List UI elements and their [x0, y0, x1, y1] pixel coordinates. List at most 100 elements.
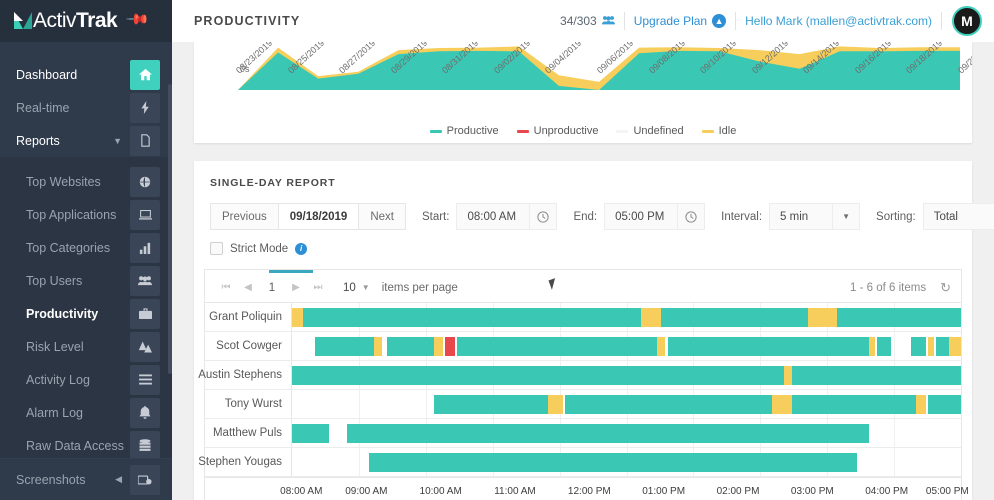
timeline-bar[interactable]	[292, 332, 961, 360]
interval-select[interactable]: 5 min ▼	[769, 203, 860, 230]
timeline-segment-productive[interactable]	[928, 395, 961, 414]
report-controls: Previous 09/18/2019 Next Start: 08:00 AM…	[194, 189, 972, 230]
timeline-bar[interactable]	[292, 303, 961, 331]
timeline-segment-idle[interactable]	[657, 337, 666, 356]
timeline-segment-productive[interactable]	[303, 308, 641, 327]
timeline-bar[interactable]	[292, 390, 961, 418]
table-row[interactable]: Austin Stephens	[205, 361, 961, 390]
sidebar-item-label: Top Applications	[0, 208, 130, 222]
timeline-segment-idle[interactable]	[784, 366, 793, 385]
end-time-field[interactable]: 05:00 PM	[604, 203, 705, 230]
timeline-segment-idle[interactable]	[292, 308, 303, 327]
next-page-icon[interactable]: ▶	[285, 282, 307, 293]
legend-item[interactable]: Productive	[430, 125, 499, 137]
user-name-cell: Stephen Yougas	[205, 448, 292, 476]
end-time-value: 05:00 PM	[605, 211, 677, 223]
main-content: 0s 08/23/201908/25/201908/27/201908/29/2…	[172, 42, 994, 500]
sidebar-item-top-users[interactable]: Top Users	[0, 264, 172, 297]
sidebar-item-top-categories[interactable]: Top Categories	[0, 231, 172, 264]
grid-line	[894, 332, 895, 360]
previous-day-button[interactable]: Previous	[210, 203, 279, 230]
chevron-left-icon[interactable]: ◀	[115, 474, 122, 485]
table-row[interactable]: Tony Wurst	[205, 390, 961, 419]
brand-logo[interactable]: ActivTrak 📌	[0, 0, 172, 42]
seat-usage[interactable]: 34/303	[551, 12, 625, 30]
timeline-bar[interactable]	[292, 361, 961, 389]
timeline-segment-productive[interactable]	[315, 337, 373, 356]
timeline-segment-idle[interactable]	[869, 337, 876, 356]
single-day-report-card: SINGLE-DAY REPORT Previous 09/18/2019 Ne…	[194, 161, 972, 500]
sidebar-item-dashboard[interactable]: Dashboard	[0, 58, 172, 91]
table-row[interactable]: Grant Poliquin	[205, 303, 961, 332]
timeline-segment-idle[interactable]	[374, 337, 383, 356]
timeline-segment-productive[interactable]	[457, 337, 657, 356]
sidebar-item-screenshots[interactable]: Screenshots ◀	[0, 458, 172, 500]
timeline-segment-idle[interactable]	[928, 337, 934, 356]
sidebar-item-reports[interactable]: Reports ▼	[0, 124, 172, 157]
timeline-segment-idle[interactable]	[949, 337, 961, 356]
timeline-segment-productive[interactable]	[936, 337, 949, 356]
timeline-segment-productive[interactable]	[387, 337, 434, 356]
timeline-segment-productive[interactable]	[792, 366, 961, 385]
clock-icon[interactable]	[529, 204, 556, 229]
sidebar-item-real-time[interactable]: Real-time	[0, 91, 172, 124]
timeline-segment-productive[interactable]	[292, 366, 784, 385]
last-page-icon[interactable]: ⏭	[307, 282, 329, 293]
timeline-segment-idle[interactable]	[916, 395, 927, 414]
current-page[interactable]: 1	[259, 282, 285, 294]
timeline-segment-productive[interactable]	[369, 453, 857, 472]
sidebar-item-label: Screenshots	[0, 473, 115, 487]
sidebar-item-top-applications[interactable]: Top Applications	[0, 198, 172, 231]
sorting-select[interactable]: Total ▼	[923, 203, 994, 230]
prev-page-icon[interactable]: ◀	[237, 282, 259, 293]
upgrade-plan-link[interactable]: Upgrade Plan ▲	[625, 12, 736, 30]
page-size-select[interactable]: 10 ▼	[343, 282, 370, 294]
table-row[interactable]: Matthew Puls	[205, 419, 961, 448]
timeline-segment-productive[interactable]	[292, 424, 329, 443]
sidebar-item-risk-level[interactable]: Risk Level	[0, 330, 172, 363]
strict-mode-checkbox[interactable]	[210, 242, 223, 255]
next-day-button[interactable]: Next	[358, 203, 406, 230]
table-row[interactable]: Scot Cowger	[205, 332, 961, 361]
timeline-segment-idle[interactable]	[548, 395, 563, 414]
timeline-segment-productive[interactable]	[661, 308, 808, 327]
timeline-segment-productive[interactable]	[837, 308, 961, 327]
legend-item[interactable]: Unproductive	[517, 125, 599, 137]
timeline-segment-idle[interactable]	[772, 395, 792, 414]
timeline-segment-productive[interactable]	[434, 395, 548, 414]
user-name-cell: Grant Poliquin	[205, 303, 292, 331]
sidebar-item-top-websites[interactable]: Top Websites	[0, 165, 172, 198]
timeline-segment-idle[interactable]	[641, 308, 661, 327]
timeline-segment-idle[interactable]	[434, 337, 443, 356]
activtrak-logo-icon	[14, 12, 32, 29]
sidebar-item-productivity[interactable]: Productivity	[0, 297, 172, 330]
legend-item[interactable]: Idle	[702, 125, 737, 137]
chart-legend: Productive Unproductive Undefined Idle	[194, 125, 972, 137]
sidebar-item-activity-log[interactable]: Activity Log	[0, 363, 172, 396]
timeline-bar[interactable]	[292, 419, 961, 447]
chevron-down-icon[interactable]: ▼	[832, 204, 859, 229]
clock-icon[interactable]	[677, 204, 704, 229]
timeline-segment-productive[interactable]	[565, 395, 772, 414]
start-time-field[interactable]: 08:00 AM	[456, 203, 557, 230]
timeline-segment-idle[interactable]	[808, 308, 837, 327]
start-time-value: 08:00 AM	[457, 211, 529, 223]
sidebar-item-alarm-log[interactable]: Alarm Log	[0, 396, 172, 429]
legend-item[interactable]: Undefined	[616, 125, 683, 137]
first-page-icon[interactable]: ⏮	[215, 282, 237, 293]
avatar[interactable]: M	[952, 6, 982, 36]
timeline-segment-unproductive[interactable]	[445, 337, 455, 356]
refresh-icon[interactable]: ↻	[940, 280, 951, 296]
timeline-segment-productive[interactable]	[792, 395, 915, 414]
timeline-segment-productive[interactable]	[911, 337, 926, 356]
timeline-segment-productive[interactable]	[877, 337, 890, 356]
timeline-segment-productive[interactable]	[347, 424, 869, 443]
user-greeting[interactable]: Hello Mark (mallen@activtrak.com)	[736, 12, 942, 30]
info-icon[interactable]: i	[295, 243, 307, 255]
timeline-segment-productive[interactable]	[668, 337, 869, 356]
table-row[interactable]: Stephen Yougas	[205, 448, 961, 477]
report-date[interactable]: 09/18/2019	[279, 203, 359, 230]
timeline-bar[interactable]	[292, 448, 961, 476]
pin-icon[interactable]: 📌	[125, 8, 149, 32]
legend-label: Productive	[447, 125, 499, 137]
